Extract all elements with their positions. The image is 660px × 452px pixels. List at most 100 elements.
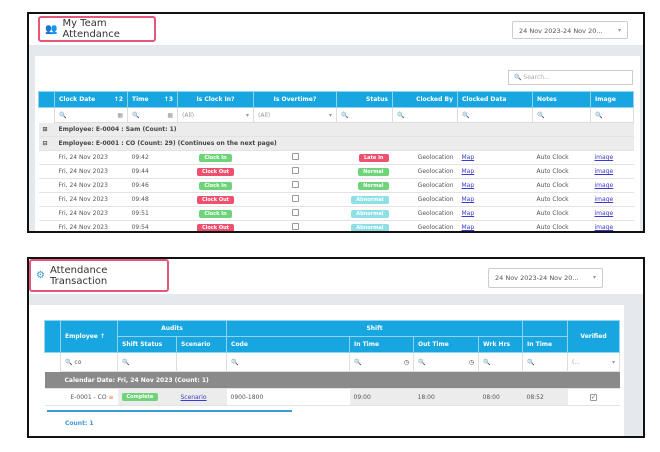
sort-icon: ↑3 [163, 96, 173, 103]
column-header-clocked-data[interactable]: Clocked Data [457, 91, 533, 108]
column-header-in-time-2[interactable]: In Time [522, 336, 569, 353]
cell-clocked-data[interactable]: Map [457, 178, 533, 193]
cell-clocked-data[interactable]: Map [457, 220, 533, 231]
column-header-shift-status[interactable]: Shift Status [117, 336, 177, 353]
column-header-time[interactable]: Time ↑3 [127, 91, 178, 108]
scenario-link[interactable]: Scenario [181, 394, 207, 401]
column-header-clock-date[interactable]: Clock Date ↑2 [54, 91, 128, 108]
image-link[interactable]: image [595, 168, 614, 175]
column-header-out-time[interactable]: Out Time [413, 336, 479, 353]
cell-notes: Auto Clock [532, 164, 591, 179]
cell-clocked-data[interactable]: Map [457, 192, 533, 207]
table-row[interactable]: Fri, 24 Nov 2023 09:48 Clock Out Abnorma… [38, 192, 634, 207]
overtime-checkbox[interactable] [291, 167, 299, 174]
cell-image[interactable]: image [590, 164, 634, 179]
column-header-in-time[interactable]: In Time [349, 336, 414, 353]
column-header-scenario[interactable]: Scenario [176, 336, 227, 353]
cell-scenario[interactable]: Scenario [176, 388, 227, 406]
table-row[interactable]: Fri, 24 Nov 2023 09:51 Clock In Abnormal… [38, 206, 634, 221]
filter-verified[interactable]: (... ▾ [567, 352, 621, 372]
filter-is-overtime[interactable]: (All) ▾ [253, 107, 337, 123]
expand-icon[interactable]: ⊞ [38, 122, 55, 137]
group-row[interactable]: ⊟ Employee: E-0001 : CO (Count: 29) (Cont… [38, 136, 634, 151]
table-row[interactable]: E-0001 - CO ≡ Complete Scenario 0900-180… [44, 388, 620, 406]
horizontal-scrollbar[interactable] [47, 410, 292, 412]
filter-in-time[interactable]: 🔍 ◷ [349, 352, 414, 372]
date-range-dropdown[interactable]: 24 Nov 2023-24 Nov 20... ▾ [488, 268, 603, 288]
cell-clocked-by: Geolocation [392, 192, 458, 207]
filter-clocked-data[interactable]: 🔍 [457, 107, 533, 123]
cell-verified[interactable]: ✓ [567, 388, 620, 406]
cell-image[interactable]: image [590, 178, 634, 193]
map-link[interactable]: Map [462, 182, 475, 189]
filter-clock-date[interactable]: 🔍 ▦ [54, 107, 128, 123]
page-title: ⚙ Attendance Transaction [29, 259, 169, 292]
column-header-status[interactable]: Status [336, 91, 393, 108]
date-range-dropdown[interactable]: 24 Nov 2023-24 Nov 20... ▾ [512, 21, 628, 39]
filter-time[interactable]: 🔍 ▦ [127, 107, 178, 123]
image-link[interactable]: image [595, 224, 614, 231]
filter-out-time[interactable]: 🔍 ◷ [413, 352, 479, 372]
image-link[interactable]: image [595, 182, 614, 189]
search-input[interactable]: 🔍 Search... [508, 70, 633, 85]
cell-status: Abnormal [336, 206, 393, 221]
cell-image[interactable]: image [590, 192, 634, 207]
filter-code[interactable]: 🔍 [226, 352, 350, 372]
column-header-image[interactable]: Image [590, 91, 634, 108]
cell-image[interactable]: image [590, 150, 634, 165]
clock-type-badge: Clock Out [196, 223, 235, 231]
overtime-checkbox[interactable] [291, 153, 299, 160]
filter-status[interactable]: 🔍 [336, 107, 393, 123]
image-link[interactable]: image [595, 210, 614, 217]
filter-shift-status[interactable]: 🔍 [117, 352, 177, 372]
filter-image[interactable]: 🔍 [590, 107, 634, 123]
cell-clocked-data[interactable]: Map [457, 206, 533, 221]
cell-clocked-data[interactable]: Map [457, 150, 533, 165]
overtime-checkbox[interactable] [291, 181, 299, 188]
group-label: Calendar Date: Fri, 24 Nov 2023 (Count: … [44, 371, 620, 389]
column-header-notes[interactable]: Notes [532, 91, 591, 108]
cell-clock-date: Fri, 24 Nov 2023 [54, 206, 128, 221]
overtime-checkbox[interactable] [291, 195, 299, 202]
filter-employee[interactable]: 🔍 co [60, 352, 118, 372]
column-header-wrk-hrs[interactable]: Wrk Hrs [477, 336, 524, 353]
column-header-is-overtime[interactable]: Is Overtime? [253, 91, 337, 108]
table-row[interactable]: Fri, 24 Nov 2023 09:44 Clock Out Normal … [38, 164, 634, 179]
cell-clock-date: Fri, 24 Nov 2023 [54, 192, 128, 207]
table-row[interactable]: Fri, 24 Nov 2023 09:42 Clock In Late In … [38, 150, 634, 165]
filter-in-time-2[interactable]: 🔍 [522, 352, 569, 372]
image-link[interactable]: image [595, 154, 614, 161]
map-link[interactable]: Map [462, 224, 475, 231]
filter-wrk-hrs[interactable]: 🔍 [477, 352, 524, 372]
collapse-icon[interactable]: ⊟ [38, 136, 55, 151]
cell-image[interactable]: image [590, 206, 634, 221]
cell-notes: Auto Clock [532, 178, 591, 193]
column-header-employee[interactable]: Employee ↑ [60, 320, 118, 353]
map-link[interactable]: Map [462, 196, 475, 203]
group-row[interactable]: ⊞ Employee: E-0004 : Sam (Count: 1) [38, 122, 634, 137]
column-header-clocked-by[interactable]: Clocked By [392, 91, 458, 108]
overtime-checkbox[interactable] [291, 223, 299, 230]
menu-icon[interactable]: ≡ [108, 394, 113, 401]
table-row[interactable]: Fri, 24 Nov 2023 09:46 Clock In Normal G… [38, 178, 634, 193]
row-count: Count: 1 [65, 420, 94, 427]
group-row[interactable]: Calendar Date: Fri, 24 Nov 2023 (Count: … [44, 371, 620, 389]
map-link[interactable]: Map [462, 154, 475, 161]
table-row[interactable]: Fri, 24 Nov 2023 09:54 Clock Out Abnorma… [38, 220, 634, 231]
map-link[interactable]: Map [462, 168, 475, 175]
filter-notes[interactable]: 🔍 [532, 107, 591, 123]
filter-is-clock-in[interactable]: (All) ▾ [177, 107, 254, 123]
cell-image[interactable]: image [590, 220, 634, 231]
overtime-checkbox[interactable] [291, 209, 299, 216]
verified-checkbox[interactable]: ✓ [590, 393, 598, 401]
column-header-is-clock-in[interactable]: Is Clock In? [177, 91, 254, 108]
column-header-verified[interactable]: Verified [567, 320, 621, 353]
date-range-value: 24 Nov 2023-24 Nov 20... [519, 27, 603, 35]
sort-icon: ↑2 [113, 96, 123, 103]
map-link[interactable]: Map [462, 210, 475, 217]
column-header-code[interactable]: Code [226, 336, 350, 353]
image-link[interactable]: image [595, 196, 614, 203]
cell-clocked-data[interactable]: Map [457, 164, 533, 179]
filter-clocked-by[interactable]: 🔍 [392, 107, 458, 123]
filter-scenario[interactable] [176, 352, 227, 372]
